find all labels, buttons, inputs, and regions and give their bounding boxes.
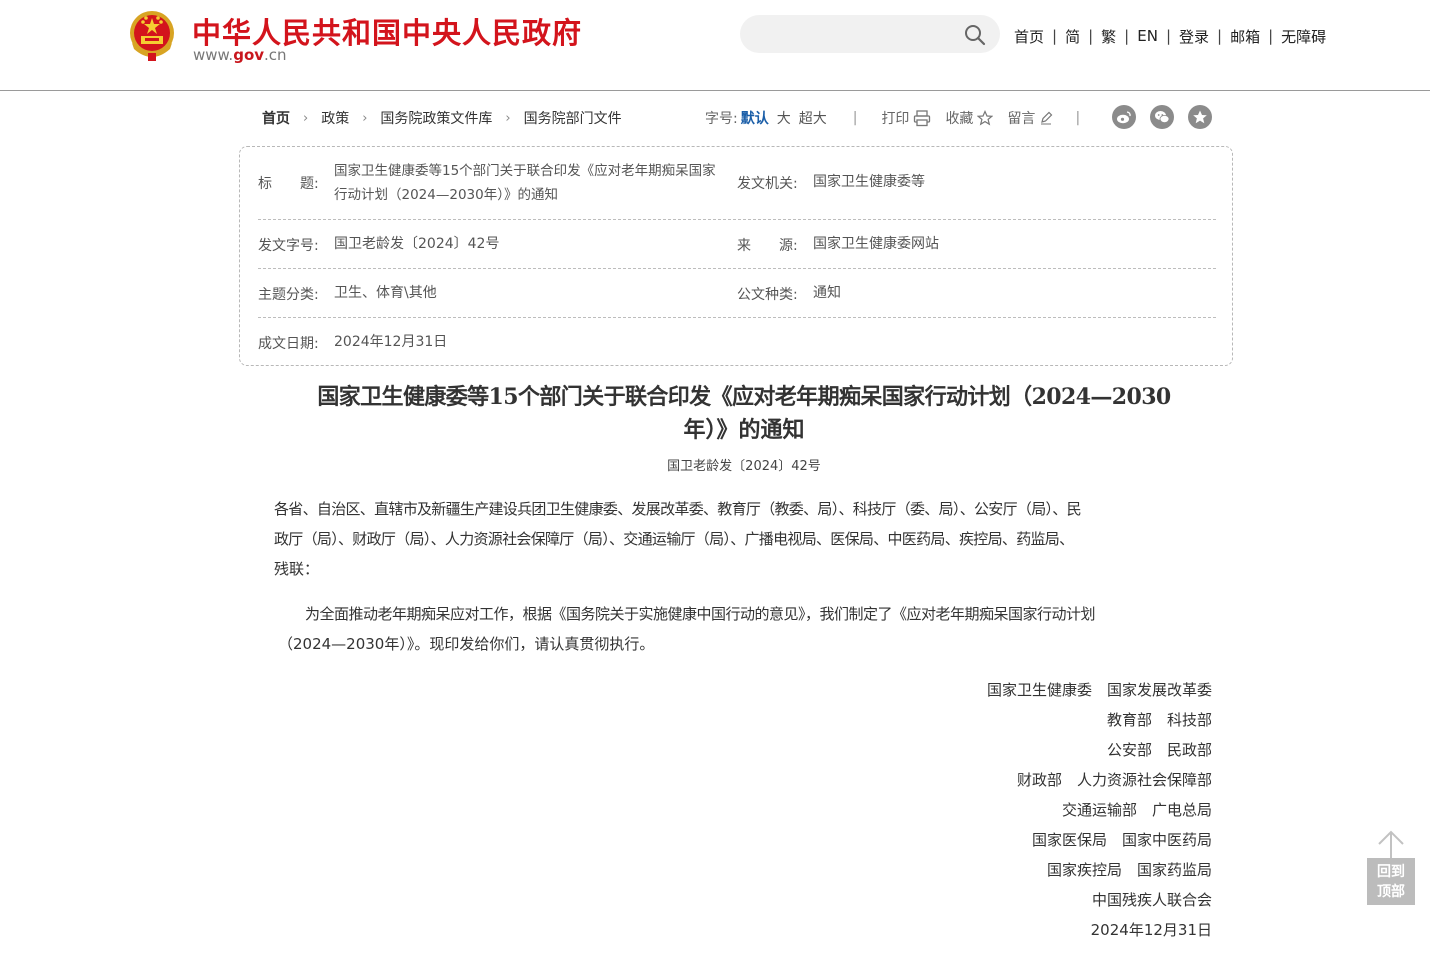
- print-button[interactable]: 打印: [881, 108, 931, 128]
- title-value: 国家卫生健康委等15个部门关于联合印发《应对老年期痴呆国家 行动计划（2024—…: [334, 159, 734, 207]
- metadata-row-topic: 主题分类: 卫生、体育\其他 公文种类: 通知: [258, 268, 1216, 318]
- issuer-label: 发文机关:: [737, 176, 798, 192]
- back-to-top-line2: 顶部: [1377, 884, 1405, 900]
- chevron-right-icon: ›: [505, 110, 511, 126]
- topic-label: 主题分类:: [258, 287, 319, 303]
- nav-separator: |: [1217, 27, 1223, 45]
- chevron-right-icon: ›: [303, 110, 309, 126]
- document-metadata: 标 题: 国家卫生健康委等15个部门关于联合印发《应对老年期痴呆国家 行动计划（…: [239, 146, 1233, 366]
- nav-login[interactable]: 登录: [1179, 26, 1209, 47]
- weibo-share-button[interactable]: [1112, 105, 1136, 129]
- article-title-line2: 年）》的通知: [683, 417, 805, 443]
- back-to-top-label: 回到 顶部: [1367, 858, 1415, 905]
- body-paragraph: 为全面推动老年期痴呆应对工作，根据《国务院关于实施健康中国行动的意见》，我们制定…: [274, 599, 1210, 659]
- site-header: 中华人民共和国中央人民政府 www.gov.cn 首页 | 简 | 繁 | EN…: [0, 0, 1430, 91]
- font-size-label: 字号:: [705, 111, 738, 127]
- comment-label: 留言: [1007, 111, 1036, 127]
- star-icon: [977, 110, 994, 126]
- breadcrumb-department-docs[interactable]: 国务院部门文件: [524, 108, 622, 128]
- nav-home[interactable]: 首页: [1014, 26, 1044, 47]
- breadcrumb-policy[interactable]: 政策: [321, 108, 349, 128]
- date-value: 2024年12月31日: [334, 334, 448, 350]
- nav-separator: |: [1052, 27, 1058, 45]
- print-label: 打印: [881, 111, 910, 127]
- font-size-xlarge[interactable]: 超大: [799, 108, 827, 128]
- article-doc-number: 国卫老龄发〔2024〕42号: [667, 459, 821, 474]
- article-title: 国家卫生健康委等15个部门关于联合印发《应对老年期痴呆国家行动计划（2024—2…: [270, 381, 1218, 447]
- toolbar-divider: |: [1075, 110, 1081, 126]
- favorites-share-button[interactable]: [1188, 105, 1212, 129]
- toolbar-divider: |: [852, 110, 858, 126]
- url-domain: gov: [233, 46, 265, 64]
- nav-separator: |: [1124, 27, 1130, 45]
- nav-separator: |: [1088, 27, 1094, 45]
- metadata-row-date: 成文日期: 2024年12月31日: [258, 317, 1216, 366]
- top-nav: 首页 | 简 | 繁 | EN | 登录 | 邮箱 | 无障碍: [1014, 25, 1326, 47]
- signatory-line: 交通运输部 广电总局: [1061, 801, 1212, 819]
- doc-type-value: 通知: [813, 285, 841, 301]
- nav-mail[interactable]: 邮箱: [1230, 26, 1260, 47]
- breadcrumb-policy-library[interactable]: 国务院政策文件库: [380, 108, 492, 128]
- breadcrumb: 首页 › 政策 › 国务院政策文件库 › 国务院部门文件: [262, 108, 622, 128]
- recipients-line2: 政厅（局）、财政厅（局）、人力资源社会保障厅（局）、交通运输厅（局）、广播电视局…: [274, 530, 1074, 548]
- body-line2: （2024—2030年）》。现印发给你们，请认真贯彻执行。: [278, 635, 655, 653]
- pencil-icon: [1041, 111, 1053, 125]
- signatory-line: 中国残疾人联合会: [1091, 891, 1212, 909]
- breadcrumb-home[interactable]: 首页: [262, 108, 290, 128]
- doc-no-label: 发文字号:: [258, 238, 319, 254]
- nav-simplified[interactable]: 简: [1065, 26, 1080, 47]
- favorite-button[interactable]: 收藏: [945, 108, 994, 128]
- article-title-line1: 国家卫生健康委等15个部门关于联合印发《应对老年期痴呆国家行动计划（2024—2…: [317, 384, 1171, 410]
- nav-separator: |: [1165, 27, 1171, 45]
- doc-type-label: 公文种类:: [737, 287, 798, 303]
- signature-date: 2024年12月31日: [1090, 921, 1212, 939]
- search-icon[interactable]: [964, 24, 986, 46]
- signatory-line: 国家卫生健康委 国家发展改革委: [986, 681, 1212, 699]
- nav-traditional[interactable]: 繁: [1101, 26, 1116, 47]
- title-label: 标 题:: [258, 176, 319, 192]
- title-value-line1: 国家卫生健康委等15个部门关于联合印发《应对老年期痴呆国家: [334, 163, 716, 179]
- comment-button[interactable]: 留言: [1007, 108, 1053, 128]
- recipients-paragraph: 各省、自治区、直辖市及新疆生产建设兵团卫生健康委、发展改革委、教育厅（教委、局）…: [274, 494, 1210, 584]
- article-toolbar: 字号: 默认 大 超大 | 打印 收藏 留言 |: [705, 108, 1080, 128]
- favorite-label: 收藏: [945, 111, 974, 127]
- body-line1: 为全面推动老年期痴呆应对工作，根据《国务院关于实施健康中国行动的意见》，我们制定…: [305, 605, 1096, 623]
- source-label: 来 源:: [737, 238, 798, 254]
- date-label: 成文日期:: [258, 336, 319, 352]
- font-size-large[interactable]: 大: [777, 108, 791, 128]
- back-to-top-line1: 回到: [1377, 864, 1405, 880]
- arrow-up-icon: [1378, 830, 1404, 858]
- signatory-line: 国家医保局 国家中医药局: [1031, 831, 1212, 849]
- signatory-line: 国家疾控局 国家药监局: [1046, 861, 1212, 879]
- site-url[interactable]: www.gov.cn: [193, 46, 287, 64]
- search-box: [740, 15, 1000, 53]
- wechat-icon: [1155, 111, 1170, 123]
- recipients-line1: 各省、自治区、直辖市及新疆生产建设兵团卫生健康委、发展改革委、教育厅（教委、局）…: [274, 500, 1082, 518]
- doc-no-value: 国卫老龄发〔2024〕42号: [334, 236, 500, 252]
- nav-accessibility[interactable]: 无障碍: [1281, 26, 1326, 47]
- issuer-value: 国家卫生健康委等: [813, 174, 925, 190]
- nav-english[interactable]: EN: [1137, 27, 1158, 45]
- signatory-line: 财政部 人力资源社会保障部: [1016, 771, 1212, 789]
- search-input[interactable]: [758, 23, 962, 47]
- source-value: 国家卫生健康委网站: [813, 236, 939, 252]
- chevron-right-icon: ›: [362, 110, 368, 126]
- topic-value: 卫生、体育\其他: [334, 285, 437, 301]
- url-prefix: www.: [193, 46, 234, 64]
- url-suffix: .cn: [264, 46, 287, 64]
- signatory-line: 教育部 科技部: [1106, 711, 1212, 729]
- national-emblem-icon[interactable]: [126, 9, 178, 63]
- weibo-icon: [1117, 111, 1131, 124]
- wechat-share-button[interactable]: [1150, 105, 1174, 129]
- metadata-row-title: 标 题: 国家卫生健康委等15个部门关于联合印发《应对老年期痴呆国家 行动计划（…: [258, 147, 1216, 220]
- title-value-line2: 行动计划（2024—2030年）》的通知: [334, 187, 558, 203]
- font-size-default[interactable]: 默认: [741, 108, 769, 128]
- back-to-top-button[interactable]: 回到 顶部: [1367, 830, 1415, 905]
- nav-separator: |: [1268, 27, 1274, 45]
- recipients-line3: 残联：: [274, 560, 320, 578]
- metadata-row-docno: 发文字号: 国卫老龄发〔2024〕42号 来 源: 国家卫生健康委网站: [258, 219, 1216, 269]
- signatory-line: 公安部 民政部: [1106, 741, 1212, 759]
- printer-icon: [914, 110, 931, 127]
- star-icon: [1193, 110, 1207, 124]
